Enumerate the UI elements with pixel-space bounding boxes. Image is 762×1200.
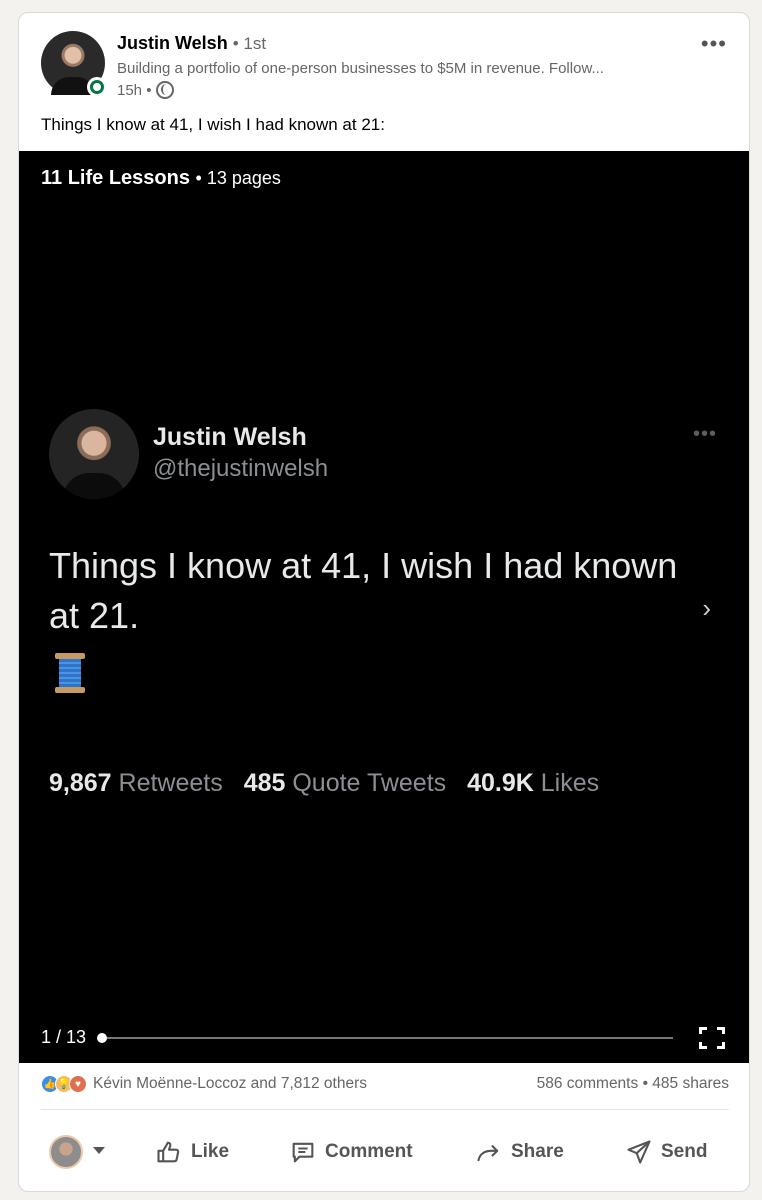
chevron-down-icon[interactable] [93, 1147, 105, 1154]
comment-button[interactable]: Comment [289, 1135, 413, 1169]
online-status-icon [87, 77, 107, 97]
send-label: Send [661, 1141, 708, 1162]
share-arrow-icon [477, 1145, 499, 1162]
post-time: 15h • [117, 81, 152, 99]
post-meta: 15h • [117, 81, 175, 99]
divider [41, 1109, 729, 1110]
author-name[interactable]: Justin Welsh [117, 33, 228, 53]
reactors-text[interactable]: Kévin Moënne-Loccoz and 7,812 others [93, 1075, 367, 1093]
more-options-icon[interactable]: ••• [701, 31, 727, 57]
thumbs-up-icon [157, 1141, 180, 1163]
globe-icon [156, 81, 175, 99]
tweet-author-name: Justin Welsh [153, 423, 307, 451]
fullscreen-icon[interactable] [699, 1027, 725, 1049]
comment-label: Comment [325, 1141, 413, 1162]
reactions-summary[interactable]: 👍 💡 ♥ Kévin Moënne-Loccoz and 7,812 othe… [41, 1075, 367, 1093]
comment-icon [292, 1142, 314, 1163]
likes-count: 40.9K [467, 769, 534, 797]
tweet-avatar [49, 409, 139, 499]
post-card: Justin Welsh • 1st Building a portfolio … [18, 12, 750, 1192]
shares-count[interactable]: 485 shares [652, 1075, 729, 1092]
tweet-handle: @thejustinwelsh [153, 455, 329, 482]
share-label: Share [511, 1141, 564, 1162]
like-button[interactable]: Like [155, 1135, 229, 1169]
post-text: Things I know at 41, I wish I had known … [41, 115, 385, 134]
send-button[interactable]: Send [625, 1135, 707, 1169]
current-user-avatar[interactable] [49, 1135, 83, 1169]
tweet-more-icon: ••• [692, 423, 717, 445]
spool-icon [55, 653, 85, 693]
next-page-icon[interactable]: › [702, 593, 711, 624]
likes-label: Likes [540, 769, 600, 797]
like-label: Like [191, 1141, 230, 1162]
engagement-counts: 586 comments • 485 shares [536, 1075, 729, 1092]
document-carousel[interactable]: 11 Life Lessons • 13 pages Justin Welsh … [19, 151, 749, 1063]
document-title: 11 Life Lessons [41, 167, 190, 189]
retweets-label: Retweets [118, 769, 223, 797]
comments-count[interactable]: 586 comments [537, 1075, 639, 1092]
author-headline: Building a portfolio of one-person busin… [117, 60, 604, 77]
share-button[interactable]: Share [475, 1135, 564, 1169]
quotes-count: 485 [243, 769, 286, 797]
love-icon: ♥ [69, 1075, 87, 1093]
quotes-label: Quote Tweets [292, 769, 447, 797]
paper-plane-icon [627, 1140, 651, 1164]
connection-degree: • 1st [232, 34, 267, 53]
document-title-row: 11 Life Lessons • 13 pages [41, 167, 281, 190]
tweet-stats: 9,867 Retweets 485 Quote Tweets 40.9K Li… [49, 769, 599, 798]
document-pages: • 13 pages [195, 168, 281, 188]
tweet-text: Things I know at 41, I wish I had known … [49, 545, 678, 636]
retweets-count: 9,867 [49, 769, 112, 797]
page-progress-slider[interactable] [97, 1033, 673, 1043]
page-counter: 1 / 13 [41, 1027, 87, 1047]
progress-knob[interactable] [97, 1033, 107, 1043]
action-bar: Like Comment Share Send [41, 1129, 729, 1173]
author-name-row: Justin Welsh • 1st [117, 33, 266, 54]
